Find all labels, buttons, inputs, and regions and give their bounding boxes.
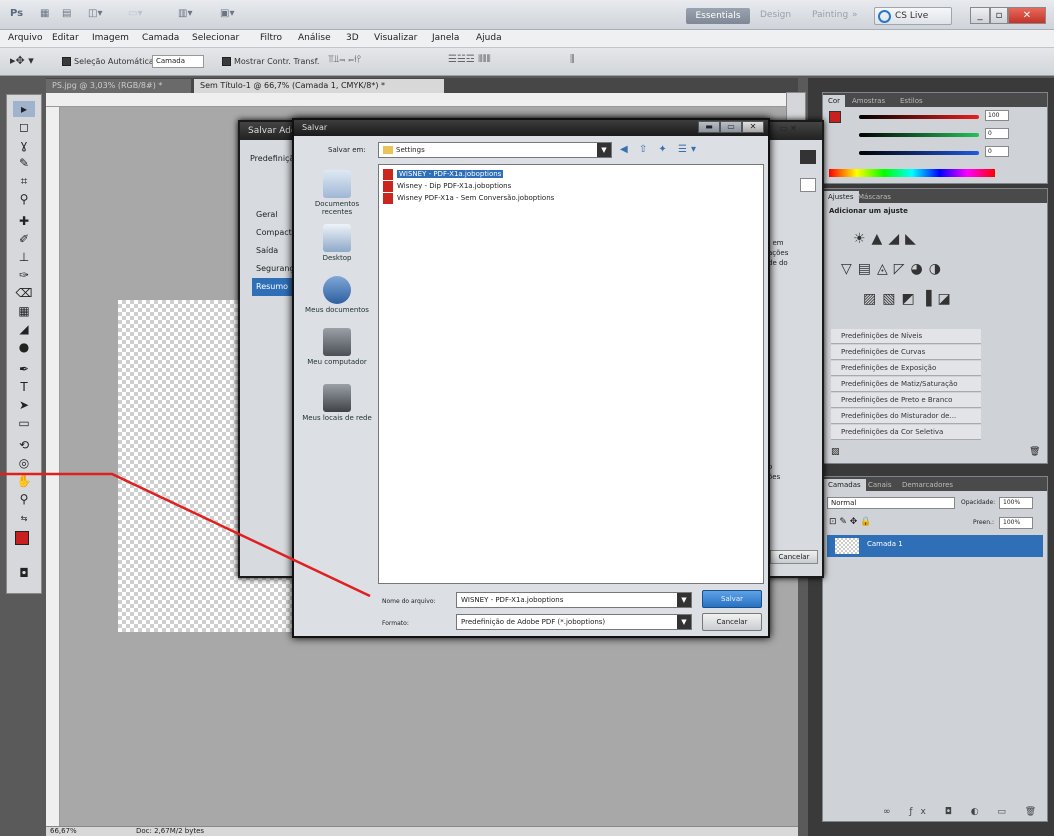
annotation-line: [0, 472, 371, 598]
annotation-pointer: [0, 472, 371, 598]
